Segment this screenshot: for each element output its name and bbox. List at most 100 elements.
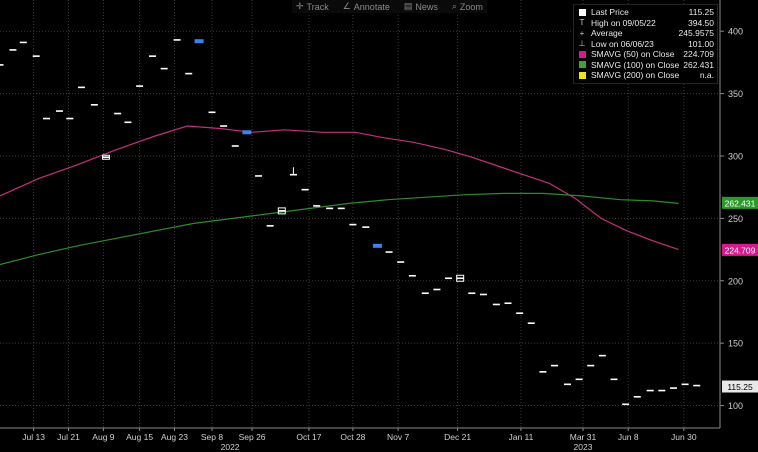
x-tick-label: Dec 21 [444, 432, 471, 442]
x-tick-label: Sep 26 [239, 432, 266, 442]
price-candle [220, 125, 228, 127]
price-candle [114, 112, 122, 115]
price-candle [208, 111, 216, 114]
price-candle [173, 39, 181, 41]
y-tick-label: 100 [728, 401, 743, 411]
y-tick-label: 200 [728, 276, 743, 286]
price-candle [136, 85, 144, 87]
price-candle [575, 378, 583, 381]
x-year-label: 2022 [221, 442, 240, 452]
price-candle [313, 205, 321, 207]
price-candle [658, 389, 666, 392]
last-value-tag: 262.431 [722, 196, 758, 209]
series-line-smavg-100-on-close [0, 192, 679, 266]
price-candle [397, 261, 405, 263]
x-tick-label: Jul 13 [22, 432, 45, 442]
chart-toolbar: ✛ Track ∠ Annotate ▤ News ⌕ Zoom [292, 0, 487, 13]
x-tick-label: Aug 23 [161, 432, 188, 442]
annotate-button[interactable]: ∠ Annotate [343, 0, 390, 13]
legend-square-icon [577, 61, 587, 69]
price-candle [90, 104, 98, 106]
x-tick-label: Nov 7 [387, 432, 409, 442]
x-tick-label: Jun 8 [618, 432, 639, 442]
legend-row-sma50: SMAVG (50) on Close 224.709 [577, 49, 714, 60]
price-candle [551, 364, 559, 367]
price-candle [55, 110, 63, 112]
legend-label: SMAVG (50) on Close [591, 49, 675, 60]
price-candle [185, 72, 193, 75]
crosshair-icon: ✛ [296, 1, 304, 11]
x-tick-label: Oct 17 [296, 432, 321, 442]
legend-value: 115.25 [688, 7, 714, 18]
price-candle [9, 49, 17, 51]
x-tick-label: Aug 9 [92, 432, 114, 442]
annotate-label: Annotate [353, 1, 390, 12]
x-tick-label: Mar 31 [570, 432, 597, 442]
legend-row-average: + Average 245.9575 [577, 28, 714, 39]
price-candle [337, 207, 345, 210]
legend-value: n.a. [699, 70, 714, 81]
news-label: News [415, 1, 438, 12]
average-marker-icon: + [579, 28, 585, 38]
price-candle [349, 223, 357, 226]
price-candle [278, 210, 286, 212]
news-button[interactable]: ▤ News [404, 0, 438, 13]
legend-row-sma100: SMAVG (100) on Close 262.431 [577, 60, 714, 71]
y-tick-label: 400 [728, 27, 743, 37]
last-value-tag-label: 115.25 [727, 382, 753, 392]
magnifier-icon: ⌕ [451, 1, 457, 11]
x-tick-label: Oct 28 [340, 432, 365, 442]
price-candle [408, 274, 416, 277]
price-candle [102, 156, 110, 159]
zoom-label: Zoom [459, 1, 483, 12]
last-value-tag: 224.709 [722, 243, 758, 256]
price-candle [231, 145, 239, 147]
price-candle [598, 354, 606, 357]
legend-row-high: T High on 09/05/22 394.50 [577, 18, 714, 29]
track-button[interactable]: ✛ Track [296, 0, 329, 13]
price-candle [385, 251, 393, 253]
price-candle [646, 389, 654, 392]
y-tick-label: 300 [728, 151, 743, 161]
x-year-label: 2023 [574, 442, 593, 452]
price-candle [468, 292, 476, 295]
pencil-icon: ∠ [342, 1, 351, 11]
price-candle [587, 364, 595, 367]
price-candle [66, 117, 74, 120]
chart-legend: Last Price 115.25 T High on 09/05/22 394… [573, 4, 718, 84]
legend-value: 245.9575 [678, 28, 714, 39]
x-tick-label: Sep 8 [201, 432, 223, 442]
price-candle [633, 396, 641, 398]
x-tick-label: Jan 11 [508, 432, 533, 442]
price-candle [326, 207, 334, 210]
price-candle [77, 86, 85, 89]
price-candle [255, 175, 263, 177]
price-candle [456, 277, 464, 280]
price-candle [516, 312, 524, 315]
price-candle [124, 121, 132, 124]
legend-value: 101.00 [688, 38, 714, 49]
legend-value: 394.50 [688, 17, 714, 28]
price-candle [681, 383, 689, 386]
high-marker-icon: T [579, 18, 585, 28]
price-candle [372, 243, 382, 248]
price-candle [445, 277, 453, 280]
price-candle [433, 288, 441, 291]
legend-label: High on 09/05/22 [591, 17, 656, 28]
legend-value: 224.709 [683, 49, 714, 60]
legend-label: SMAVG (200) on Close [591, 70, 680, 81]
zoom-button[interactable]: ⌕ Zoom [452, 0, 483, 13]
price-candle [669, 387, 677, 389]
price-candle [32, 55, 40, 57]
legend-square-icon [577, 8, 587, 16]
legend-square-icon [577, 50, 587, 58]
legend-label: Average [591, 28, 623, 39]
legend-row-low: ⊥ Low on 06/06/23 101.00 [577, 39, 714, 50]
price-candle [421, 292, 429, 295]
price-candle [362, 226, 370, 228]
price-candle [622, 403, 630, 406]
price-candle [492, 303, 500, 306]
price-candle [43, 117, 51, 120]
legend-row-sma200: SMAVG (200) on Close n.a. [577, 70, 714, 81]
price-candle [539, 371, 547, 373]
